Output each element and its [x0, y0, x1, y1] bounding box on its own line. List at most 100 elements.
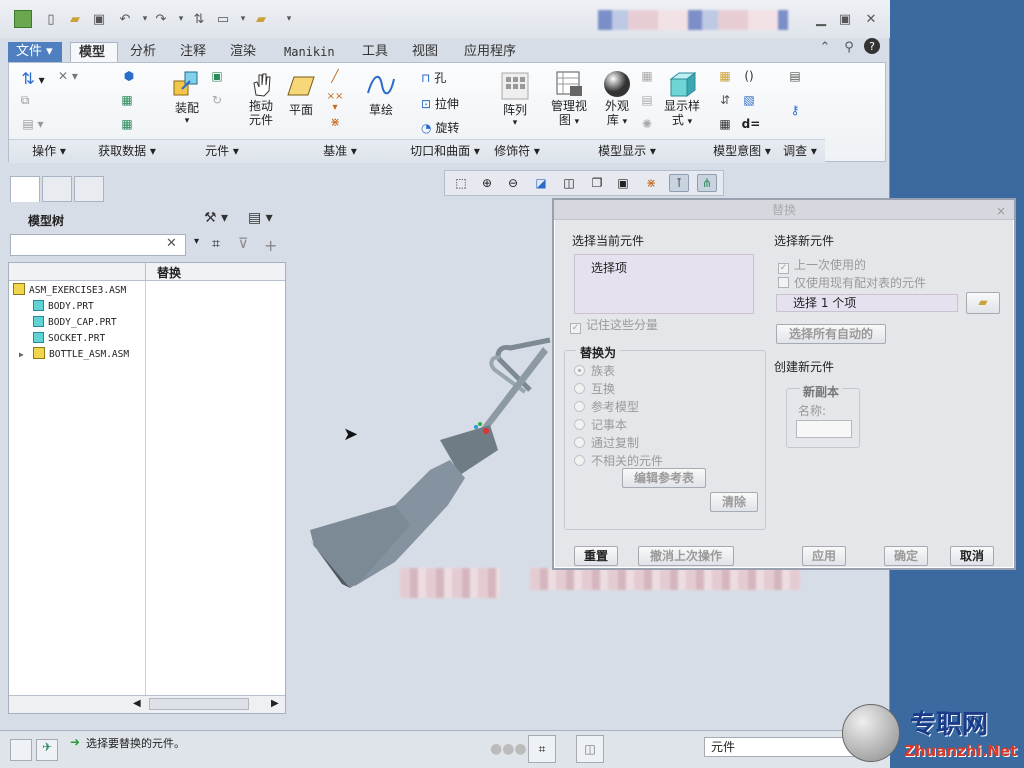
point-icon[interactable]: ×× ▾ — [325, 91, 345, 113]
minimize-icon[interactable]: ▁ — [812, 10, 830, 28]
undo-icon[interactable]: ↶ — [116, 10, 134, 28]
search-icon[interactable]: ⚲ — [840, 38, 858, 56]
last-used-checkbox[interactable]: ✓ 上一次使用的 — [778, 256, 866, 274]
select-all-auto-button[interactable]: 选择所有自动的 — [776, 324, 886, 344]
group-datum[interactable]: 基准 ▾ — [279, 139, 401, 163]
delete-button[interactable]: ✕ ▾ — [55, 69, 81, 83]
datum-display-icon[interactable]: ⋇ — [641, 174, 661, 192]
search-dropdown-icon[interactable]: ▾ — [194, 236, 199, 247]
light-icon[interactable]: ✺ — [639, 117, 655, 131]
hole-button[interactable]: ⊓ 孔 — [421, 69, 471, 86]
add-column-icon[interactable]: + — [264, 236, 277, 255]
help-icon[interactable]: ? — [864, 38, 880, 54]
remember-checkbox[interactable]: ✓ 记住这些分量 — [570, 316, 658, 334]
table-icon[interactable]: ▦ — [715, 117, 735, 131]
replace-option-radio[interactable]: 不相关的元件 — [574, 452, 663, 469]
appearance-gallery-button[interactable]: 外观 库 ▾ — [595, 69, 639, 127]
pattern-button[interactable]: 阵列 ▾ — [499, 71, 531, 128]
only-pairs-checkbox[interactable]: 仅使用现有配对表的元件 — [778, 274, 926, 291]
assemble-button[interactable]: 装配 ▾ — [167, 69, 207, 126]
selection-box-icon[interactable]: ◫ — [576, 735, 604, 763]
model-tree-tab-icon[interactable] — [10, 176, 40, 202]
group-component[interactable]: 元件 ▾ — [165, 139, 279, 163]
scroll-left-icon[interactable]: ◀ — [133, 698, 141, 709]
regenerate-icon[interactable]: ⇅ — [190, 10, 208, 28]
display-style-icon[interactable]: ◫ — [559, 174, 579, 192]
scroll-right-icon[interactable]: ▶ — [271, 698, 279, 709]
model-graphics[interactable] — [300, 300, 560, 600]
zoom-out-icon[interactable]: ⊖ — [503, 174, 523, 192]
tab-manikin[interactable]: Manikin — [276, 42, 343, 62]
get-data-icon-2[interactable]: ▦ — [117, 93, 137, 107]
tab-analysis[interactable]: 分析 — [122, 42, 164, 62]
customize-toolbar-icon[interactable]: ▾ — [280, 10, 298, 28]
clear-button[interactable]: 清除 — [710, 492, 758, 512]
zoom-in-icon[interactable]: ⊕ — [477, 174, 497, 192]
restore-icon[interactable]: ▣ — [836, 10, 854, 28]
group-cut-surface[interactable]: 切口和曲面 ▾ — [401, 139, 489, 163]
folder-browser-tab-icon[interactable] — [42, 176, 72, 202]
open-file-button[interactable]: ▰ — [966, 292, 1000, 314]
tab-model[interactable]: 模型 — [70, 42, 118, 62]
family-table-icon[interactable]: ▦ — [715, 69, 735, 83]
display-style-button[interactable]: 显示样 式 ▾ — [657, 69, 707, 127]
cancel-button[interactable]: 取消 — [950, 546, 994, 566]
window-dropdown-icon[interactable]: ▾ — [234, 10, 252, 28]
close-window-icon[interactable]: ▰ — [252, 10, 270, 28]
apply-button[interactable]: 应用 — [802, 546, 846, 566]
section-icon[interactable]: ▦ — [639, 69, 655, 83]
repaint-icon[interactable]: ◪ — [531, 174, 551, 192]
replace-option-radio[interactable]: 通过复制 — [574, 434, 639, 451]
group-investigate[interactable]: 调查 ▾ — [775, 139, 825, 163]
annotation-display-icon[interactable]: ⋔ — [697, 174, 717, 192]
tab-annotate[interactable]: 注释 — [172, 42, 214, 62]
copy-icon[interactable]: ⧉ — [15, 93, 35, 108]
tab-render[interactable]: 渲染 — [222, 42, 264, 62]
investigate-icon-2[interactable]: ⚷ — [785, 103, 805, 117]
group-model-intent[interactable]: 模型意图 ▾ — [709, 139, 775, 163]
edit-reference-button[interactable]: 编辑参考表 — [622, 468, 706, 488]
group-model-display[interactable]: 模型显示 ▾ — [545, 139, 709, 163]
group-modifiers[interactable]: 修饰符 ▾ — [489, 139, 545, 163]
browser-toggle-icon[interactable]: ✈ — [36, 739, 58, 761]
new-file-icon[interactable]: ▯ — [42, 10, 60, 28]
switch-dimensions-icon[interactable]: ⇵ — [715, 93, 735, 107]
replace-option-radio[interactable]: 参考模型 — [574, 398, 639, 415]
tab-applications[interactable]: 应用程序 — [456, 42, 524, 62]
investigate-icon-1[interactable]: ▤ — [785, 69, 805, 83]
axis-icon[interactable]: ╱ — [325, 69, 345, 83]
tab-tools[interactable]: 工具 — [354, 42, 396, 62]
current-component-collector[interactable]: 选择项 — [574, 254, 754, 314]
redo-icon[interactable]: ↷ — [152, 10, 170, 28]
scroll-thumb[interactable] — [149, 698, 249, 710]
new-component-collector[interactable]: 选择 1 个项 — [776, 294, 958, 312]
revolve-button[interactable]: ◔ 旋转 — [421, 119, 477, 136]
parameters-icon[interactable]: ▧ — [739, 93, 759, 107]
plane-button[interactable]: 平面 — [285, 71, 317, 118]
get-data-icon-1[interactable]: ⬢ — [119, 69, 139, 83]
group-get-data[interactable]: 获取数据 ▾ — [89, 139, 165, 163]
clear-search-icon[interactable]: ✕ — [166, 236, 177, 251]
ok-button[interactable]: 确定 — [884, 546, 928, 566]
d-equals-icon[interactable]: d= — [739, 117, 763, 131]
get-data-icon-3[interactable]: ▦ — [117, 117, 137, 131]
find-icon[interactable]: ⌗ — [528, 735, 556, 763]
paste-icon[interactable]: ▤ ▾ — [15, 117, 51, 131]
save-icon[interactable]: ▣ — [90, 10, 108, 28]
window-icon[interactable]: ▭ — [214, 10, 232, 28]
saved-views-icon[interactable]: ❐ — [587, 174, 607, 192]
component-repeat-icon[interactable]: ↻ — [207, 93, 227, 107]
settings-icon[interactable]: ⚒ ▾ — [204, 210, 228, 226]
replace-option-radio[interactable]: 族表 — [574, 362, 615, 379]
drag-component-button[interactable]: 拖动 元件 — [239, 69, 283, 127]
redo-dropdown-icon[interactable]: ▾ — [172, 10, 190, 28]
layer-icon[interactable]: ▤ — [639, 93, 655, 107]
tree-row[interactable]: BODY_CAP.PRT — [33, 315, 117, 331]
tree-row[interactable]: BODY.PRT — [33, 299, 94, 315]
app-logo-icon[interactable] — [14, 10, 32, 28]
tree-row[interactable]: SOCKET.PRT — [33, 331, 105, 347]
close-icon[interactable]: ✕ — [862, 10, 880, 28]
extrude-button[interactable]: ⊡ 拉伸 — [421, 95, 477, 112]
expand-icon[interactable]: ▶ — [19, 347, 24, 363]
spin-center-icon[interactable]: ⊺ — [669, 174, 689, 192]
